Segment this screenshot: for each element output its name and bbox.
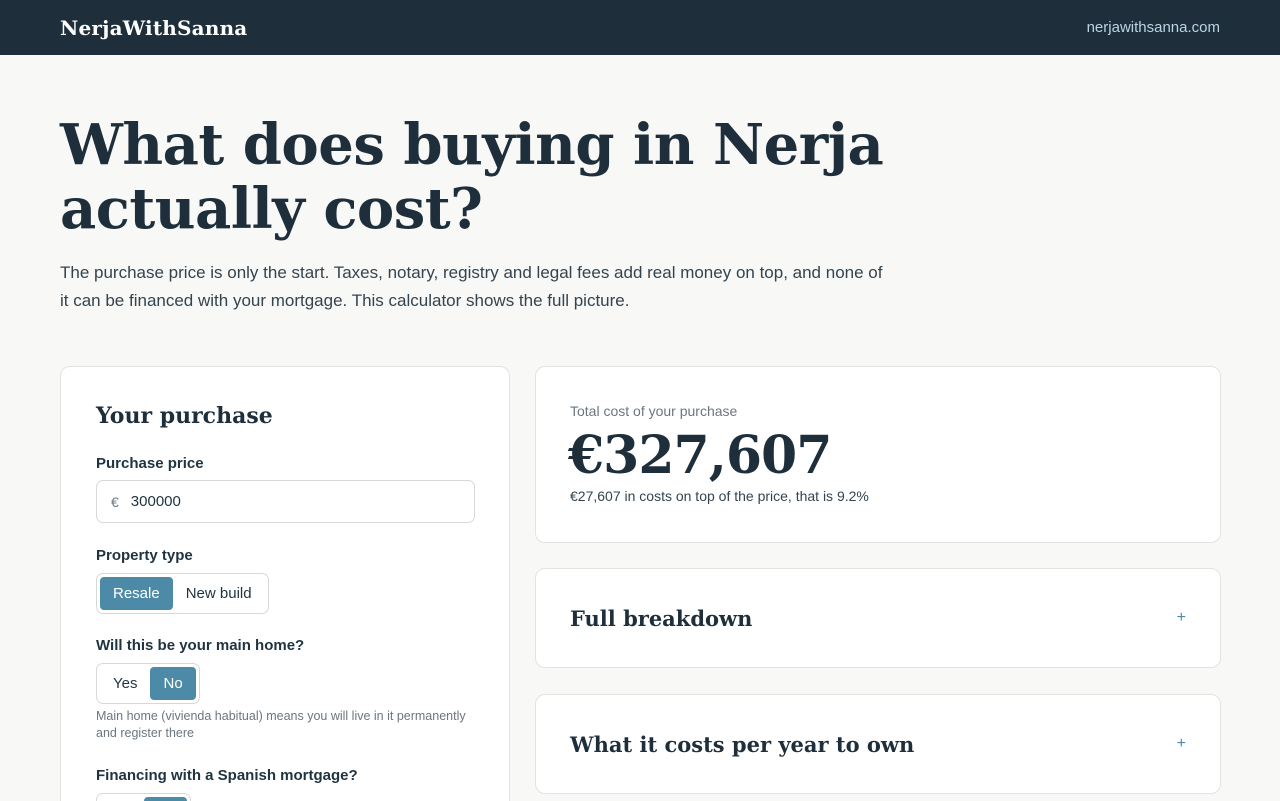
- page-title: What does buying in Nerja actually cost?: [60, 112, 884, 242]
- property-type-toggle: Resale New build: [96, 573, 269, 614]
- top-navigation-bar: NerjaWithSanna nerjawithsanna.com: [0, 0, 1280, 55]
- main-home-yes-option[interactable]: Yes: [100, 667, 150, 700]
- purchase-form-title: Your purchase: [96, 403, 273, 429]
- total-cost-value: €327,607: [568, 425, 832, 486]
- property-type-resale-option[interactable]: Resale: [100, 577, 173, 610]
- yearly-costs-accordion[interactable]: What it costs per year to own +: [535, 694, 1221, 794]
- financing-label: Financing with a Spanish mortgage?: [96, 767, 358, 784]
- main-home-label: Will this be your main home?: [96, 637, 305, 654]
- property-type-new-build-option[interactable]: New build: [173, 577, 265, 610]
- total-cost-label: Total cost of your purchase: [570, 403, 738, 419]
- plus-icon[interactable]: +: [1177, 609, 1186, 627]
- financing-option-2[interactable]: [144, 797, 187, 801]
- financing-option-1[interactable]: [100, 797, 144, 801]
- total-cost-note: €27,607 in costs on top of the price, th…: [570, 488, 869, 504]
- main-home-no-option[interactable]: No: [150, 667, 196, 700]
- purchase-price-label: Purchase price: [96, 455, 204, 472]
- site-link[interactable]: nerjawithsanna.com: [1087, 19, 1220, 36]
- page-subtitle: The purchase price is only the start. Ta…: [60, 263, 883, 310]
- yearly-costs-title: What it costs per year to own: [570, 731, 915, 757]
- plus-icon[interactable]: +: [1177, 735, 1186, 753]
- euro-icon: €: [111, 493, 119, 510]
- total-cost-card: Total cost of your purchase €327,607 €27…: [535, 366, 1221, 543]
- main-home-toggle: Yes No: [96, 663, 200, 704]
- full-breakdown-title: Full breakdown: [570, 605, 753, 631]
- brand-logo[interactable]: NerjaWithSanna: [60, 16, 247, 40]
- financing-toggle: [96, 793, 191, 801]
- property-type-label: Property type: [96, 547, 193, 564]
- full-breakdown-accordion[interactable]: Full breakdown +: [535, 568, 1221, 668]
- purchase-price-field[interactable]: €: [96, 480, 475, 523]
- main-home-helper-text: Main home (vivienda habitual) means you …: [96, 709, 466, 740]
- purchase-form-card: Your purchase Purchase price € Property …: [60, 366, 510, 801]
- purchase-price-input[interactable]: [130, 493, 431, 510]
